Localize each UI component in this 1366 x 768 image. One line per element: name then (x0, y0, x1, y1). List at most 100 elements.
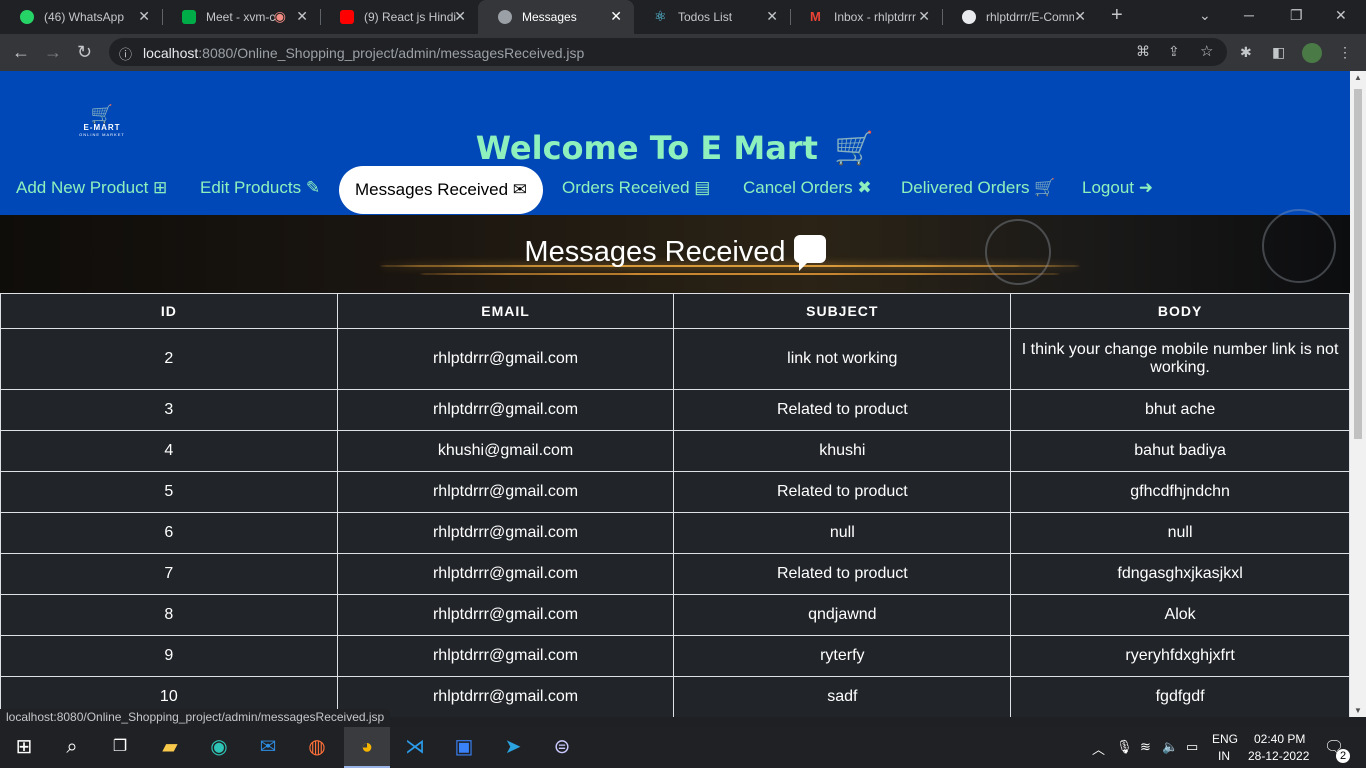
tab-messages[interactable]: Messages ✕ (478, 0, 634, 34)
profile-avatar[interactable] (1302, 43, 1322, 63)
bookmark-star-icon[interactable]: ☆ (1200, 42, 1213, 60)
table-row: 9 rhlptdrrr@gmail.com ryterfy ryeryhfdxg… (0, 635, 1350, 677)
cell-subject: Related to product (673, 389, 1012, 431)
tab-meet[interactable]: Meet - xvm-c ◉ ✕ (162, 0, 320, 34)
scrollbar-thumb[interactable] (1354, 89, 1362, 439)
table-row: 2 rhlptdrrr@gmail.com link not working I… (0, 328, 1350, 390)
telegram-icon[interactable]: ➤ (501, 735, 525, 759)
admin-nav: Add New Product ⊞ Edit Products ✎ Messag… (0, 166, 1350, 214)
cell-id: 2 (0, 328, 338, 390)
table-row: 3 rhlptdrrr@gmail.com Related to product… (0, 389, 1350, 431)
cell-email: rhlptdrrr@gmail.com (336, 594, 675, 636)
cell-body: gfhcdfhjndchn (1010, 471, 1350, 513)
mail-icon[interactable]: ✉ (256, 735, 280, 759)
nav-add-new-product[interactable]: Add New Product ⊞ (16, 178, 167, 198)
address-bar[interactable]: ⓘ localhost:8080/Online_Shopping_project… (109, 38, 1227, 66)
task-view-icon[interactable]: ❐ (108, 735, 132, 759)
nav-edit-products[interactable]: Edit Products ✎ (200, 178, 320, 198)
share-icon[interactable]: ⇪ (1168, 43, 1180, 60)
clock-time[interactable]: 02:40 PM (1254, 732, 1305, 746)
cell-body: I think your change mobile number link i… (1010, 328, 1350, 390)
scroll-down-icon[interactable]: ▼ (1354, 706, 1362, 715)
tab-title: Messages (522, 10, 577, 24)
nav-messages-received[interactable]: Messages Received ✉ (339, 166, 544, 214)
menu-icon[interactable]: ⋮ (1338, 44, 1352, 61)
scroll-up-icon[interactable]: ▲ (1354, 73, 1362, 82)
nav-orders-received[interactable]: Orders Received ▤ (562, 178, 710, 198)
cell-id: 6 (0, 512, 338, 554)
volume-icon[interactable]: 🔈 (1162, 739, 1178, 755)
close-icon[interactable]: ✕ (918, 8, 930, 25)
forward-icon[interactable]: → (44, 42, 62, 62)
cell-body: bahut badiya (1010, 430, 1350, 472)
cell-subject: Related to product (673, 471, 1012, 513)
vscode-icon[interactable]: ⋊ (403, 735, 427, 759)
cell-body: fdngasghxjkasjkxl (1010, 553, 1350, 595)
page-scrollbar[interactable]: ▲ ▼ (1350, 71, 1366, 717)
minimize-button[interactable]: ─ (1244, 7, 1254, 23)
cell-body: fgdfgdf (1010, 676, 1350, 717)
cell-email: rhlptdrrr@gmail.com (336, 471, 675, 513)
cell-id: 8 (0, 594, 338, 636)
cell-subject: qndjawnd (673, 594, 1012, 636)
nav-delivered-orders[interactable]: Delivered Orders 🛒 (901, 178, 1055, 198)
region-indicator[interactable]: IN (1218, 749, 1230, 763)
close-icon[interactable]: ✕ (1074, 8, 1086, 25)
messages-table: ID EMAIL SUBJECT BODY 2 rhlptdrrr@gmail.… (0, 293, 1350, 717)
column-header-email: EMAIL (336, 293, 675, 329)
cell-id: 9 (0, 635, 338, 677)
clock-date[interactable]: 28-12-2022 (1248, 749, 1309, 763)
firefox-icon[interactable]: ◍ (305, 735, 329, 759)
tab-todos[interactable]: ⚛ Todos List ✕ (634, 0, 790, 34)
cart-logo-icon: 🛒 (90, 104, 114, 124)
github-icon (962, 10, 976, 24)
tab-search-icon[interactable]: ⌄ (1199, 7, 1211, 24)
url-text[interactable]: localhost:8080/Online_Shopping_project/a… (143, 45, 584, 61)
windows-start-icon[interactable]: ⊞ (12, 735, 36, 759)
nav-logout[interactable]: Logout ➜ (1082, 178, 1153, 198)
side-panel-icon[interactable]: ◧ (1272, 44, 1285, 61)
eclipse-icon[interactable]: ⊜ (550, 735, 574, 759)
reload-icon[interactable]: ↻ (77, 42, 92, 62)
file-explorer-icon[interactable]: ▰ (158, 735, 182, 759)
tab-github[interactable]: rhlptdrrr/E-Comm ✕ (942, 0, 1098, 34)
cell-email: rhlptdrrr@gmail.com (336, 389, 675, 431)
wifi-icon[interactable]: ≋ (1140, 739, 1151, 755)
new-tab-button[interactable]: + (1111, 4, 1123, 27)
tab-gmail[interactable]: M Inbox - rhlptdrrr ✕ (790, 0, 942, 34)
restore-button[interactable]: ❐ (1290, 7, 1303, 24)
cell-email: khushi@gmail.com (336, 430, 675, 472)
chrome-icon[interactable]: ◕ (344, 727, 390, 768)
info-icon[interactable]: ⓘ (119, 44, 132, 63)
cell-body: null (1010, 512, 1350, 554)
nav-cancel-orders[interactable]: Cancel Orders ✖ (743, 178, 872, 198)
cell-email: rhlptdrrr@gmail.com (336, 512, 675, 554)
show-hidden-icons-icon[interactable]: ︿ (1092, 739, 1105, 758)
close-icon[interactable]: ✕ (766, 8, 778, 25)
close-window-button[interactable]: ✕ (1335, 7, 1347, 24)
back-icon[interactable]: ← (12, 42, 30, 62)
language-indicator[interactable]: ENG (1212, 732, 1238, 746)
tab-whatsapp[interactable]: (46) WhatsApp ✕ (0, 0, 162, 34)
tab-title: (9) React js Hindi (364, 10, 456, 24)
translate-icon[interactable]: ⌘ (1136, 43, 1150, 60)
cell-id: 5 (0, 471, 338, 513)
table-row: 6 rhlptdrrr@gmail.com null null (0, 512, 1350, 554)
cell-subject: null (673, 512, 1012, 554)
column-header-body: BODY (1010, 293, 1350, 329)
browser-tab-bar: (46) WhatsApp ✕ Meet - xvm-c ◉ ✕ (9) Rea… (0, 0, 1366, 34)
extensions-icon[interactable]: ✱ (1240, 44, 1252, 61)
search-icon[interactable]: ⌕ (60, 735, 84, 759)
status-bar-url: localhost:8080/Online_Shopping_project/a… (0, 709, 391, 727)
close-icon[interactable]: ✕ (610, 8, 622, 25)
cell-email: rhlptdrrr@gmail.com (336, 553, 675, 595)
edge-icon[interactable]: ◉ (207, 735, 231, 759)
table-header-row: ID EMAIL SUBJECT BODY (0, 293, 1350, 329)
close-icon[interactable]: ✕ (454, 8, 466, 25)
tab-youtube[interactable]: (9) React js Hindi ✕ (320, 0, 478, 34)
microphone-icon[interactable]: 🎙 (1116, 739, 1133, 755)
battery-icon[interactable]: ▭ (1186, 739, 1198, 755)
app-icon[interactable]: ▣ (452, 735, 476, 759)
close-icon[interactable]: ✕ (138, 8, 150, 25)
close-icon[interactable]: ✕ (296, 8, 308, 25)
